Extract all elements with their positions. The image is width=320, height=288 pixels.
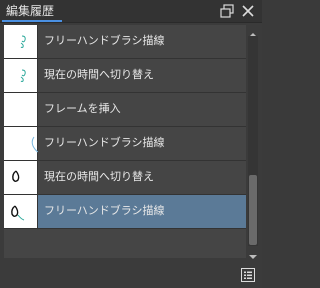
history-list: フリーハンドブラシ描線 現在の時間へ切り替え フレームを挿入 フリーハンドブラシ… — [4, 25, 246, 258]
restore-window-icon[interactable] — [219, 3, 235, 19]
history-item-label: フリーハンドブラシ描線 — [44, 204, 165, 217]
history-thumbnail — [4, 93, 38, 126]
list-settings-icon[interactable] — [240, 267, 256, 283]
history-thumbnail — [4, 127, 38, 160]
history-thumbnail — [4, 195, 38, 228]
history-scrollbar[interactable] — [247, 25, 259, 259]
history-item-selected[interactable]: フリーハンドブラシ描線 — [4, 195, 246, 229]
history-item-label: 現在の時間へ切り替え — [44, 68, 154, 81]
history-item[interactable]: 現在の時間へ切り替え — [4, 59, 246, 93]
history-item-label: フリーハンドブラシ描線 — [44, 136, 165, 149]
close-icon[interactable] — [240, 3, 256, 19]
history-thumbnail — [4, 161, 38, 194]
chevron-down-icon[interactable] — [247, 247, 259, 259]
panel-title: 編集履歴 — [6, 4, 55, 18]
history-thumbnail — [4, 59, 38, 92]
history-item-label: 現在の時間へ切り替え — [44, 170, 154, 183]
history-item[interactable]: フリーハンドブラシ描線 — [4, 127, 246, 161]
history-item-label: フレームを挿入 — [44, 102, 121, 115]
scrollbar-thumb[interactable] — [249, 175, 257, 245]
history-item[interactable]: フレームを挿入 — [4, 93, 246, 127]
panel-footer — [0, 260, 262, 288]
chevron-up-icon[interactable] — [247, 25, 259, 37]
history-item[interactable]: フリーハンドブラシ描線 — [4, 25, 246, 59]
history-item[interactable]: 現在の時間へ切り替え — [4, 161, 246, 195]
panel-titlebar: 編集履歴 — [0, 0, 262, 23]
edit-history-panel: 編集履歴 フリーハンドブラシ描線 現在の時間へ切り替え フレームを挿入 フリーハ… — [0, 0, 262, 288]
history-item-label: フリーハンドブラシ描線 — [44, 34, 165, 47]
title-tab-indicator — [2, 20, 62, 22]
history-thumbnail — [4, 25, 38, 58]
